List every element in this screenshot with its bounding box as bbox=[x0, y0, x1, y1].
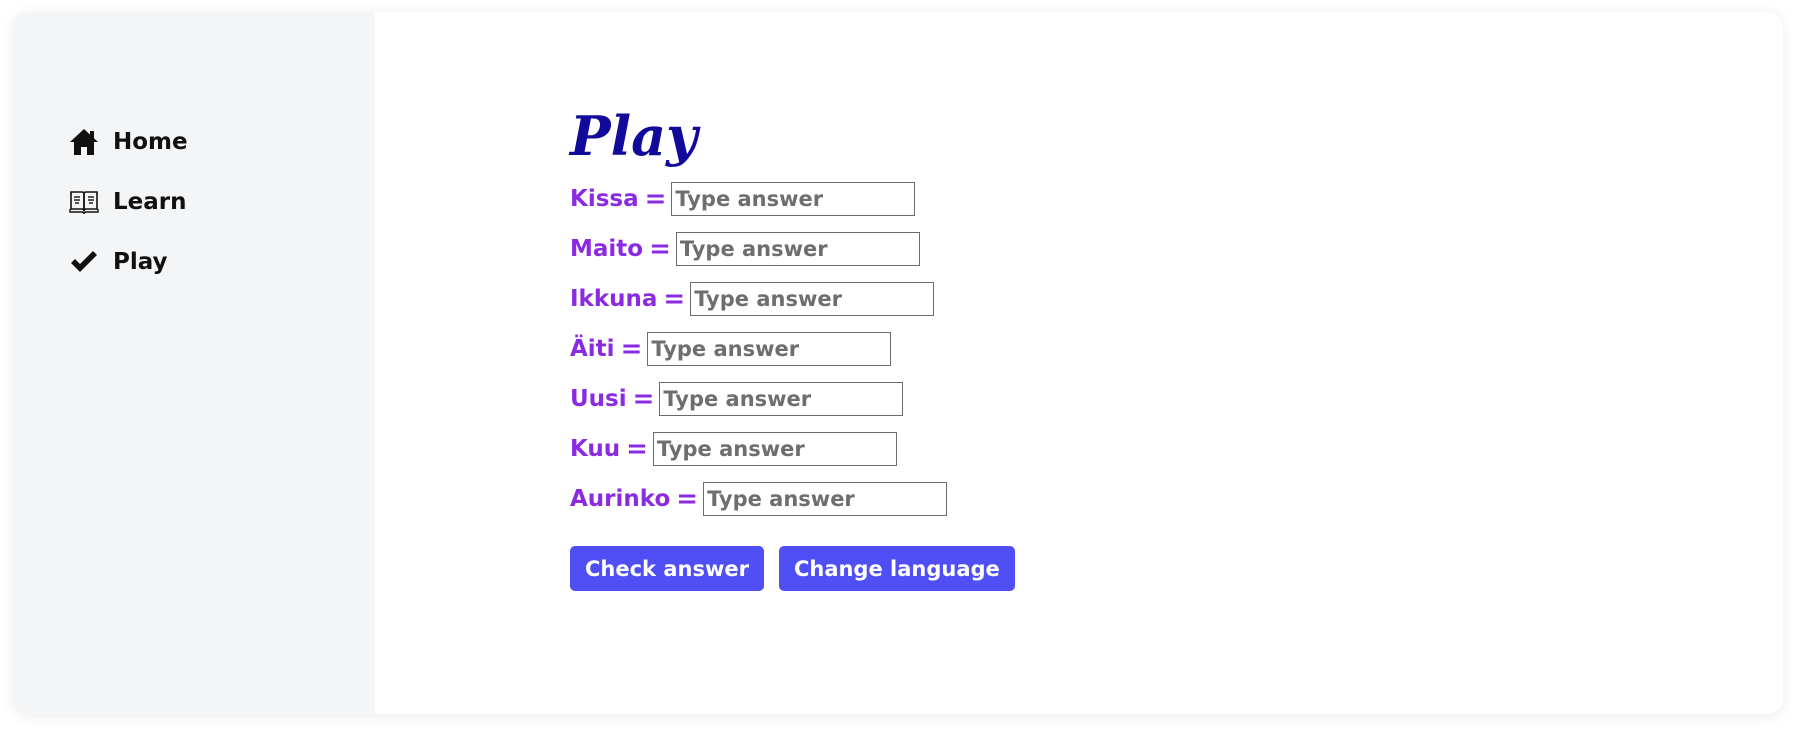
open-book-icon bbox=[67, 185, 101, 219]
question-word: Kissa bbox=[570, 186, 639, 212]
sidebar-item-learn[interactable]: Learn bbox=[67, 172, 375, 232]
sidebar-item-label: Play bbox=[113, 249, 168, 275]
sidebar: Home Learn Play bbox=[13, 12, 375, 714]
answer-input[interactable] bbox=[675, 232, 920, 266]
question-row: Ikkuna = bbox=[570, 274, 1030, 324]
equals-sign: = bbox=[676, 484, 699, 514]
page-title: Play bbox=[570, 104, 698, 168]
question-word: Kuu bbox=[570, 436, 621, 462]
question-word: Maito bbox=[570, 236, 644, 262]
sidebar-item-label: Home bbox=[113, 129, 188, 155]
answer-input[interactable] bbox=[671, 182, 916, 216]
main-content: Play Kissa = Maito = Ikkuna = Äiti = bbox=[375, 12, 1783, 714]
action-buttons: Check answer Change language bbox=[570, 546, 1030, 591]
question-row: Maito = bbox=[570, 224, 1030, 274]
question-row: Äiti = bbox=[570, 324, 1030, 374]
question-row: Kuu = bbox=[570, 424, 1030, 474]
answer-input[interactable] bbox=[659, 382, 904, 416]
change-language-button[interactable]: Change language bbox=[778, 546, 1015, 591]
answer-input[interactable] bbox=[652, 432, 897, 466]
question-row: Kissa = bbox=[570, 174, 1030, 224]
question-word: Ikkuna bbox=[570, 286, 658, 312]
equals-sign: = bbox=[644, 184, 667, 214]
question-word: Äiti bbox=[570, 336, 615, 362]
question-row: Uusi = bbox=[570, 374, 1030, 424]
sidebar-item-play[interactable]: Play bbox=[67, 232, 375, 292]
equals-sign: = bbox=[649, 234, 671, 264]
equals-sign: = bbox=[626, 434, 648, 464]
question-row: Aurinko = bbox=[570, 474, 1030, 524]
equals-sign: = bbox=[663, 284, 686, 314]
equals-sign: = bbox=[620, 334, 643, 364]
equals-sign: = bbox=[632, 384, 655, 414]
play-panel: Play Kissa = Maito = Ikkuna = Äiti = bbox=[570, 104, 1030, 591]
home-icon bbox=[67, 125, 101, 159]
checkmark-icon bbox=[67, 245, 101, 279]
app-window: Home Learn Play Play Kissa = Type answer… bbox=[13, 12, 1783, 714]
sidebar-item-home[interactable]: Home bbox=[67, 112, 375, 172]
check-answer-button[interactable]: Check answer bbox=[570, 546, 764, 591]
answer-input[interactable] bbox=[647, 332, 892, 366]
question-word: Uusi bbox=[570, 386, 627, 412]
sidebar-item-label: Learn bbox=[113, 189, 187, 215]
answer-input[interactable] bbox=[703, 482, 948, 516]
answer-input[interactable] bbox=[690, 282, 935, 316]
question-word: Aurinko bbox=[570, 486, 671, 512]
